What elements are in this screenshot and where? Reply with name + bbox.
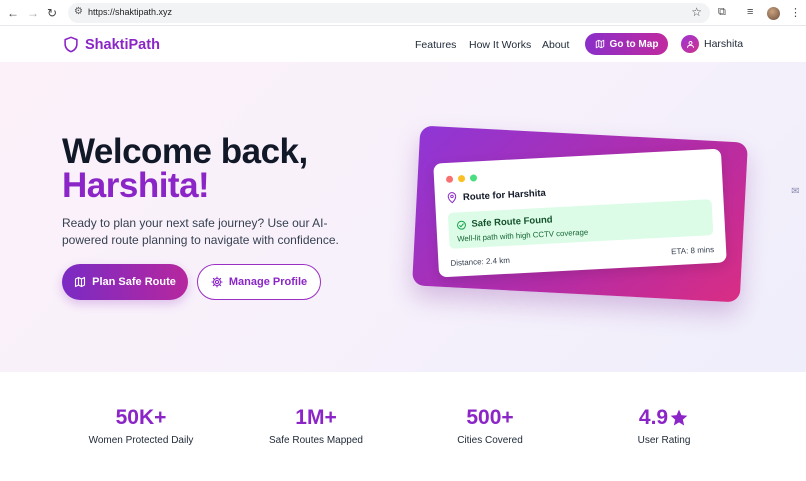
red-dot-icon (445, 175, 454, 183)
url-text[interactable]: https://shaktipath.xyz (88, 7, 172, 17)
stat-label: User Rating (637, 435, 691, 446)
go-to-map-button[interactable]: Go to Map (585, 33, 668, 55)
gear-icon (211, 276, 223, 288)
stat-value: 50K+ (115, 406, 167, 429)
browser-toolbar: ← → ↻ ⚙ https://shaktipath.xyz ☆ ⧉ ≡ ⋮ (0, 0, 806, 26)
stat-value: 1M+ (295, 406, 337, 429)
stat-label: Cities Covered (457, 435, 523, 446)
stat-user-rating: 4.9 User Rating (579, 406, 749, 446)
stat-value: 500+ (466, 406, 514, 429)
green-dot-icon (469, 174, 478, 182)
forward-icon[interactable]: → (26, 6, 40, 20)
window-dots (445, 174, 478, 183)
plan-safe-route-button[interactable]: Plan Safe Route (62, 264, 188, 300)
mail-icon[interactable]: ✉ (787, 186, 804, 200)
site-settings-icon[interactable]: ⚙ (74, 6, 83, 17)
stat-routes-mapped: 1M+ Safe Routes Mapped (231, 406, 401, 446)
address-bar[interactable]: ⚙ https://shaktipath.xyz ☆ (68, 3, 710, 23)
stats-section: 50K+ Women Protected Daily 1M+ Safe Rout… (0, 372, 806, 481)
plan-safe-route-label: Plan Safe Route (92, 276, 176, 288)
stat-cities-covered: 500+ Cities Covered (405, 406, 575, 446)
user-avatar (681, 35, 699, 53)
stat-label: Women Protected Daily (88, 435, 194, 446)
map-icon (595, 39, 604, 49)
extensions-icon[interactable]: ⧉ (718, 6, 726, 19)
map-icon (75, 276, 86, 288)
browser-profile-avatar[interactable] (767, 7, 780, 20)
route-eta: ETA: 8 mins (670, 245, 715, 257)
safe-route-description: Well-lit path with high CCTV coverage (456, 227, 589, 244)
stat-value: 4.9 (638, 406, 669, 429)
nav-features[interactable]: Features (415, 39, 456, 51)
site-header: ShaktiPath Features How It Works About G… (0, 27, 806, 62)
stat-value-wrap: 4.9 (639, 406, 689, 430)
browser-menu-icon[interactable]: ⋮ (790, 6, 801, 19)
back-icon[interactable]: ← (6, 6, 20, 20)
yellow-dot-icon (457, 174, 466, 183)
route-title: Route for Harshita (447, 187, 546, 204)
check-circle-icon (456, 220, 466, 230)
hero-section: Welcome back, Harshita! Ready to plan yo… (0, 62, 806, 372)
manage-profile-button[interactable]: Manage Profile (197, 264, 321, 300)
route-preview-card: Route for Harshita Safe Route Found Well… (433, 148, 727, 278)
route-distance: Distance: 2.4 km (450, 255, 511, 268)
shield-icon (64, 36, 78, 53)
nav-about[interactable]: About (542, 39, 569, 51)
brand-name: ShaktiPath (85, 36, 160, 53)
hero-title-name: Harshita! (62, 166, 210, 205)
safe-route-heading: Safe Route Found (456, 214, 553, 230)
hero-subtitle: Ready to plan your next safe journey? Us… (62, 216, 339, 247)
reload-icon[interactable]: ↻ (45, 6, 59, 20)
location-pin-icon (447, 192, 457, 204)
route-title-text: Route for Harshita (462, 187, 547, 203)
manage-profile-label: Manage Profile (228, 276, 308, 288)
stat-label: Safe Routes Mapped (269, 435, 363, 446)
media-control-icon[interactable]: ≡ (747, 6, 753, 18)
user-icon (686, 40, 694, 48)
user-menu[interactable]: Harshita (681, 35, 743, 53)
stat-women-protected: 50K+ Women Protected Daily (56, 406, 226, 446)
brand-logo[interactable]: ShaktiPath (63, 36, 160, 53)
safe-route-title: Safe Route Found (471, 214, 553, 230)
star-icon (670, 409, 688, 426)
nav-how-it-works[interactable]: How It Works (469, 39, 531, 51)
user-name: Harshita (704, 38, 744, 50)
safe-route-status: Safe Route Found Well-lit path with high… (447, 199, 714, 249)
go-to-map-label: Go to Map (609, 38, 659, 50)
bookmark-star-icon[interactable]: ☆ (691, 5, 702, 19)
